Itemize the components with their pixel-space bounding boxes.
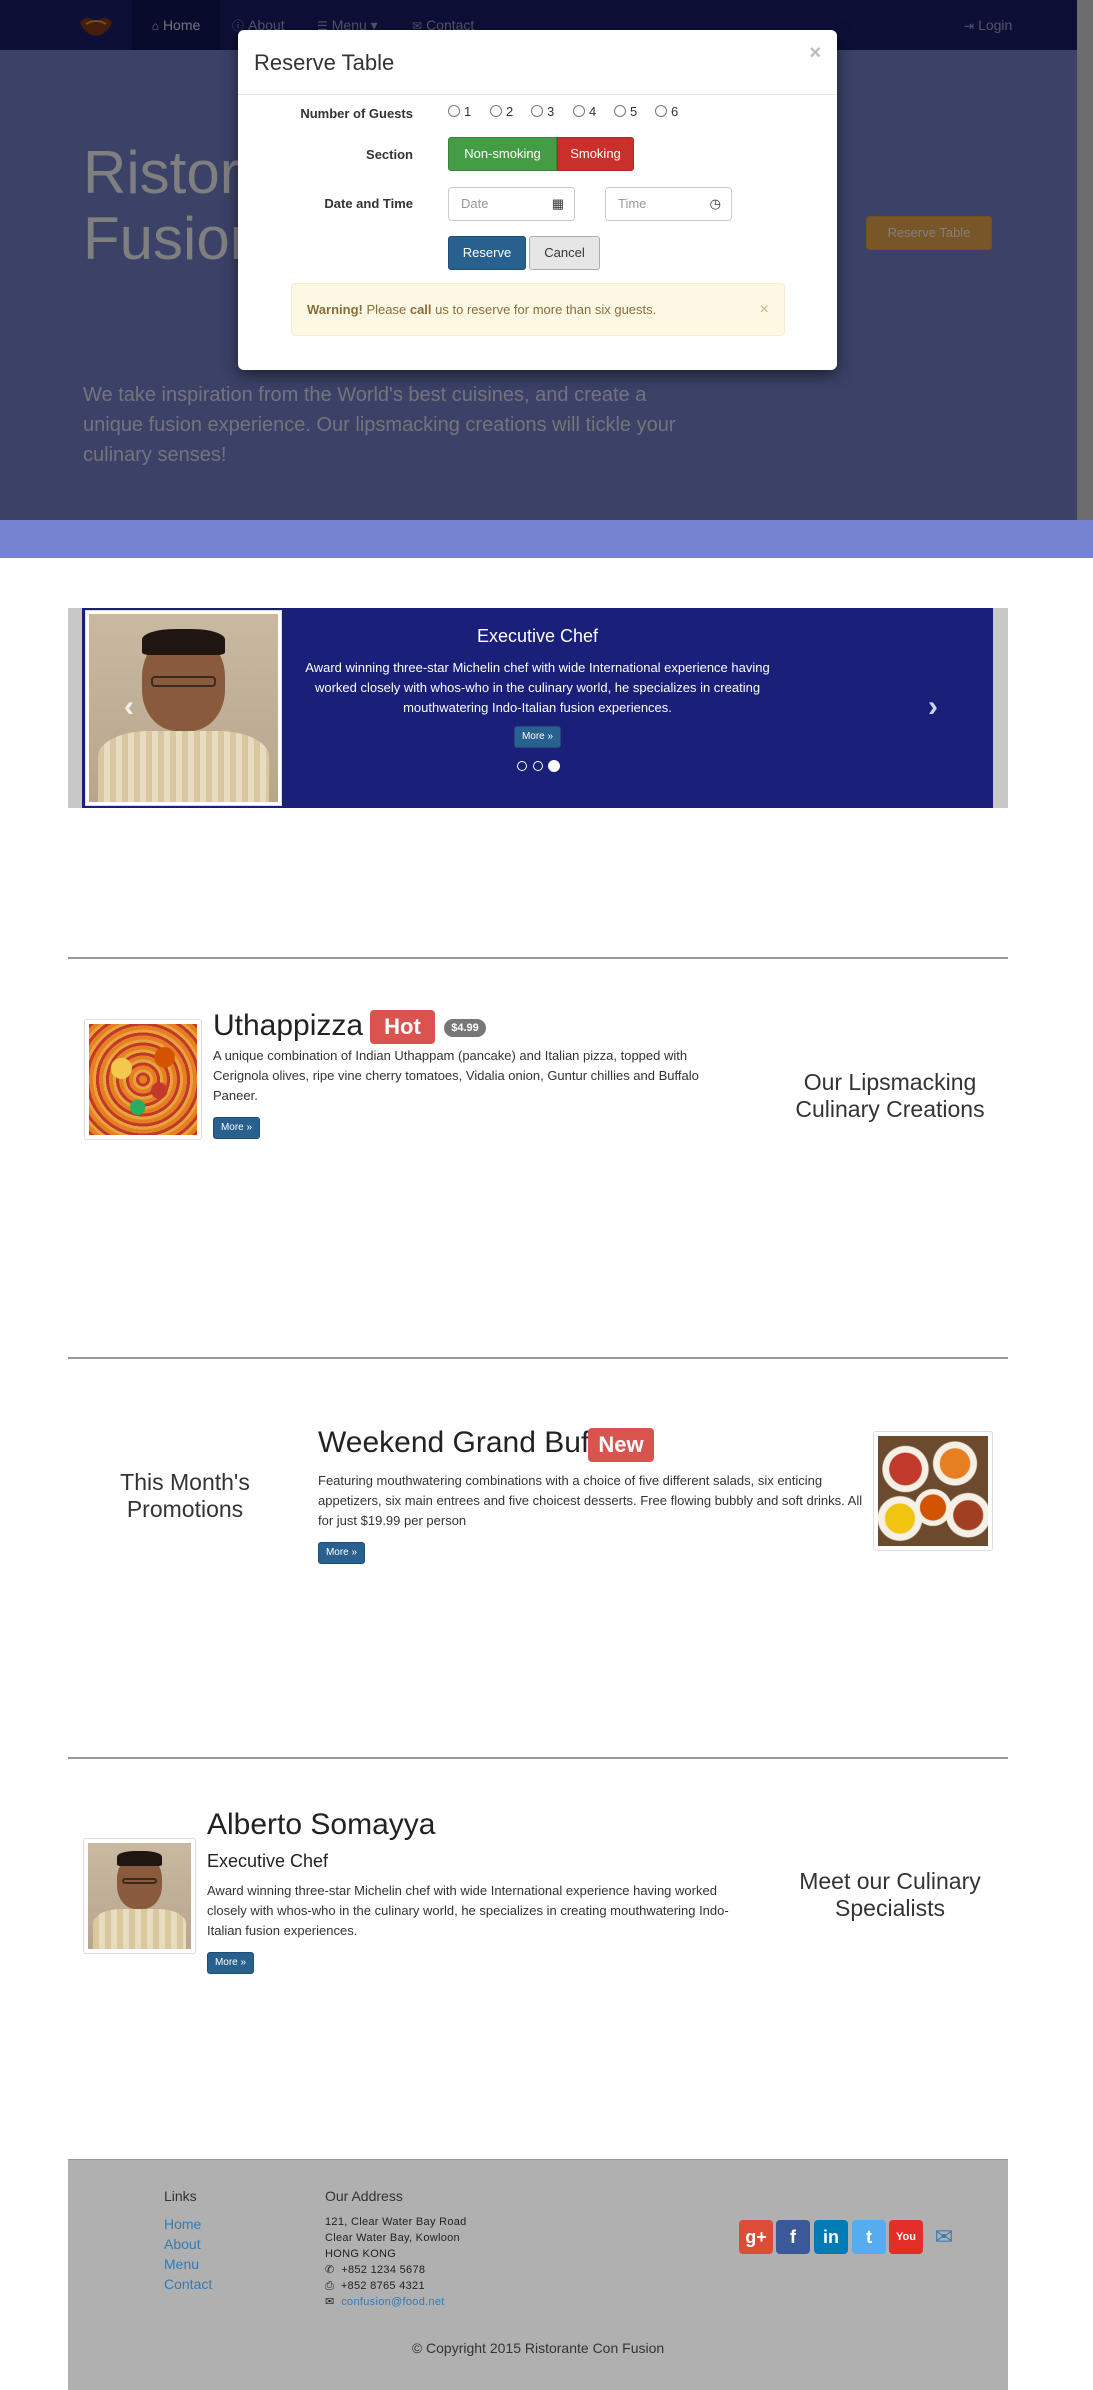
- links-heading: Links: [164, 2188, 197, 2204]
- promotion-more-button[interactable]: More »: [318, 1542, 365, 1564]
- envelope-icon: ✉: [325, 2296, 335, 2308]
- promotion-description: Featuring mouthwatering combinations wit…: [318, 1473, 863, 1528]
- address: 121, Clear Water Bay Road Clear Water Ba…: [325, 2216, 467, 2308]
- radio-circle[interactable]: [655, 105, 667, 117]
- section-label: Section: [366, 147, 413, 162]
- price-badge: $4.99: [444, 1019, 486, 1037]
- alberto-photo: [83, 1838, 196, 1954]
- footer-link-home[interactable]: Home: [164, 2216, 201, 2232]
- phone-icon: ✆: [325, 2264, 335, 2276]
- carousel-more-button[interactable]: More »: [514, 726, 561, 748]
- guests-radio-2[interactable]: 2: [490, 104, 513, 119]
- radio-circle[interactable]: [490, 105, 502, 117]
- promotion-name: Weekend Grand Buffet: [318, 1426, 623, 1459]
- address-heading: Our Address: [325, 2188, 403, 2204]
- radio-circle[interactable]: [531, 105, 543, 117]
- divider: [68, 1357, 1008, 1359]
- datetime-label: Date and Time: [324, 196, 413, 211]
- guests-label: Number of Guests: [300, 106, 413, 121]
- google-plus-icon[interactable]: g+: [739, 2220, 773, 2254]
- scrollbar[interactable]: [1077, 0, 1093, 520]
- close-icon[interactable]: ×: [809, 42, 821, 65]
- guests-radio-5[interactable]: 5: [614, 104, 637, 119]
- leader-more-button[interactable]: More »: [207, 1952, 254, 1974]
- jumbotron-bottom-strip: [0, 520, 1093, 558]
- mail-icon[interactable]: ✉: [927, 2220, 961, 2254]
- radio-circle[interactable]: [573, 105, 585, 117]
- cancel-button[interactable]: Cancel: [529, 236, 600, 270]
- footer-link-about[interactable]: About: [164, 2236, 201, 2252]
- dish-name: Uthappizza: [213, 1009, 364, 1042]
- new-badge: New: [588, 1428, 654, 1462]
- guests-radio-4[interactable]: 4: [573, 104, 596, 119]
- twitter-icon[interactable]: t: [852, 2220, 886, 2254]
- divider: [68, 957, 1008, 959]
- calendar-icon[interactable]: ▦: [552, 188, 564, 220]
- carousel-edge-left: [68, 608, 82, 808]
- divider: [68, 1757, 1008, 1759]
- facebook-icon[interactable]: f: [776, 2220, 810, 2254]
- leader-name: Alberto Somayya: [207, 1808, 436, 1841]
- section-title-promotions: This Month's Promotions: [120, 1469, 250, 1522]
- uthappizza-image: [84, 1019, 202, 1140]
- non-smoking-button[interactable]: Non-smoking: [448, 137, 557, 171]
- dish-description: A unique combination of Indian Uthappam …: [213, 1048, 699, 1103]
- copyright: © Copyright 2015 Ristorante Con Fusion: [411, 2340, 665, 2356]
- section-title-dishes: Our Lipsmacking Culinary Creations: [795, 1069, 985, 1122]
- date-input[interactable]: Date ▦: [448, 187, 575, 221]
- footer-email-link[interactable]: confusion@food.net: [341, 2296, 444, 2308]
- modal-header: Reserve Table ×: [238, 30, 837, 95]
- chevron-left-icon[interactable]: ‹: [124, 690, 134, 724]
- modal-title: Reserve Table: [254, 50, 395, 75]
- fax-icon: ⎙: [325, 2280, 335, 2292]
- reserve-button[interactable]: Reserve: [448, 236, 526, 270]
- alert-close-icon[interactable]: ×: [760, 284, 769, 335]
- linkedin-icon[interactable]: in: [814, 2220, 848, 2254]
- guests-radio-1[interactable]: 1: [448, 104, 471, 119]
- carousel-indicator-1[interactable]: [517, 761, 527, 771]
- radio-circle[interactable]: [614, 105, 626, 117]
- section-title-specialists: Meet our Culinary Specialists: [799, 1868, 981, 1921]
- hot-badge: Hot: [370, 1010, 435, 1044]
- carousel-text: Award winning three-star Michelin chef w…: [305, 660, 770, 715]
- radio-circle[interactable]: [448, 105, 460, 117]
- clock-icon[interactable]: ◷: [710, 188, 721, 220]
- dish-more-button[interactable]: More »: [213, 1117, 260, 1139]
- leader-description: Award winning three-star Michelin chef w…: [207, 1883, 729, 1938]
- carousel-edge-right: [993, 608, 1008, 808]
- time-input[interactable]: Time ◷: [605, 187, 732, 221]
- guests-radio-3[interactable]: 3: [531, 104, 554, 119]
- reserve-table-modal: Reserve Table × Number of Guests 1 2 3 4…: [238, 30, 837, 370]
- carousel-indicator-2[interactable]: [533, 761, 543, 771]
- carousel-indicator-3[interactable]: [548, 760, 560, 772]
- guests-radio-6[interactable]: 6: [655, 104, 678, 119]
- youtube-icon[interactable]: You: [889, 2220, 923, 2254]
- chevron-right-icon[interactable]: ›: [928, 690, 938, 724]
- buffet-image: [873, 1431, 993, 1551]
- carousel-title: Executive Chef: [476, 626, 599, 646]
- chef-photo: [85, 610, 282, 806]
- smoking-button[interactable]: Smoking: [557, 137, 634, 171]
- footer-link-menu[interactable]: Menu: [164, 2256, 199, 2272]
- footer-link-contact[interactable]: Contact: [164, 2276, 212, 2292]
- leader-designation: Executive Chef: [207, 1851, 329, 1871]
- warning-alert: Warning! Please call us to reserve for m…: [291, 283, 785, 336]
